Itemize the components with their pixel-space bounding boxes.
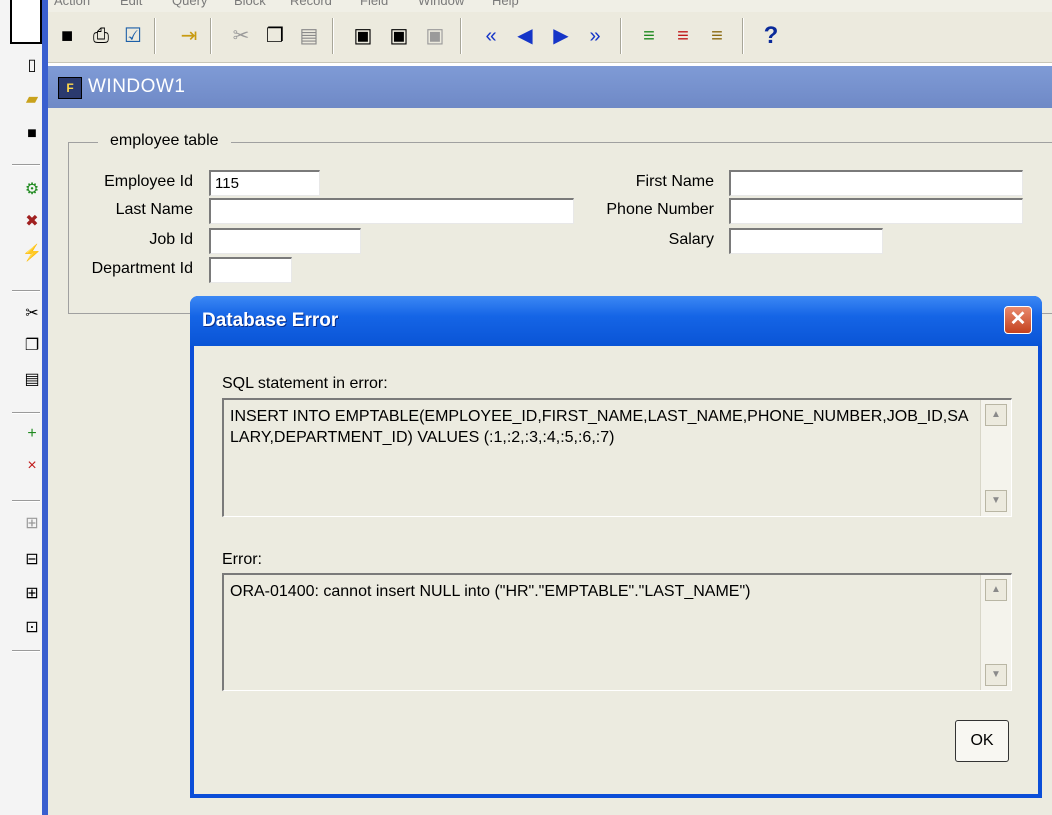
dialog-title: Database Error [202, 310, 339, 331]
menu-field[interactable]: Field [360, 0, 388, 8]
salary-field[interactable] [729, 228, 883, 254]
lock-record-icon[interactable]: ≡ [704, 21, 730, 51]
toolbar-separator [332, 18, 334, 54]
cut-icon[interactable]: ✂ [22, 304, 42, 324]
menu-edit[interactable]: Edit [120, 0, 142, 8]
delete-record-icon[interactable]: × [22, 456, 42, 476]
employee-id-field[interactable] [209, 170, 320, 196]
sql-statement-box[interactable]: INSERT INTO EMPTABLE(EMPLOYEE_ID,FIRST_N… [222, 398, 1012, 517]
last-name-label: Last Name [115, 201, 193, 218]
expand-all-icon[interactable]: ⊞ [22, 584, 42, 604]
first-record-icon[interactable]: « [478, 21, 504, 51]
copy-icon[interactable]: ❐ [262, 21, 288, 51]
form-window-icon: F [58, 77, 82, 99]
toolbar-separator [154, 18, 156, 54]
left-separator [12, 650, 40, 652]
expand-icon[interactable]: ⊞ [22, 514, 42, 534]
scroll-up-icon[interactable]: ▲ [985, 579, 1007, 601]
left-top-box [10, 0, 42, 44]
window-title: WINDOW1 [88, 76, 186, 97]
window-title-bar: F WINDOW1 [48, 66, 1052, 108]
menu-record[interactable]: Record [290, 0, 332, 8]
execute-query-icon[interactable]: ⚙ [22, 180, 42, 200]
scroll-down-icon[interactable]: ▼ [985, 664, 1007, 686]
open-folder-icon[interactable]: ▰ [22, 90, 42, 110]
toolbar-separator [620, 18, 622, 54]
ok-button[interactable]: OK [955, 720, 1009, 762]
copy-icon[interactable]: ❐ [22, 336, 42, 356]
scroll-up-icon[interactable]: ▲ [985, 404, 1007, 426]
insert-record-icon[interactable]: ≡ [636, 21, 662, 51]
left-separator [12, 412, 40, 414]
save-icon[interactable]: ■ [22, 124, 42, 144]
collapse-icon[interactable]: ⊟ [22, 550, 42, 570]
job-id-label: Job Id [149, 231, 193, 248]
execute-query-icon[interactable]: ▣ [386, 21, 412, 51]
sql-statement-text: INSERT INTO EMPTABLE(EMPLOYEE_ID,FIRST_N… [230, 408, 969, 446]
left-separator [12, 164, 40, 166]
job-id-field[interactable] [209, 228, 361, 254]
department-id-field[interactable] [209, 257, 292, 283]
toolbar-separator [460, 18, 462, 54]
cut-icon[interactable]: ✂ [228, 21, 254, 51]
commit-icon[interactable]: ☑ [120, 21, 146, 51]
menu-help[interactable]: Help [492, 0, 519, 8]
next-record-icon[interactable]: ▶ [548, 21, 574, 51]
menu-block[interactable]: Block [234, 0, 266, 8]
last-name-field[interactable] [209, 198, 574, 224]
sql-scrollbar[interactable]: ▲ ▼ [980, 400, 1011, 516]
toolbar-separator [742, 18, 744, 54]
error-label: Error: [222, 551, 262, 568]
new-document-icon[interactable]: ▯ [22, 56, 42, 76]
save-icon[interactable]: ■ [54, 21, 80, 51]
paste-icon[interactable]: ▤ [296, 21, 322, 51]
first-name-field[interactable] [729, 170, 1023, 196]
cancel-query-icon[interactable]: ▣ [422, 21, 448, 51]
phone-number-label: Phone Number [606, 201, 714, 218]
delete-record-icon[interactable]: ≡ [670, 21, 696, 51]
menu-window[interactable]: Window [418, 0, 464, 8]
dialog-title-bar: Database Error ✕ [190, 296, 1042, 346]
phone-number-field[interactable] [729, 198, 1023, 224]
department-id-label: Department Id [91, 260, 193, 277]
collapse-all-icon[interactable]: ⊡ [22, 618, 42, 638]
menu-bar: Action Edit Query Block Record Field Win… [48, 0, 1052, 12]
paste-icon[interactable]: ▤ [22, 370, 42, 390]
enter-query-icon[interactable]: ▣ [350, 21, 376, 51]
error-message-box[interactable]: ORA-01400: cannot insert NULL into ("HR"… [222, 573, 1012, 691]
scroll-down-icon[interactable]: ▼ [985, 490, 1007, 512]
help-icon[interactable]: ? [758, 21, 784, 51]
left-toolbar [0, 0, 45, 815]
run-form-icon[interactable]: ⚡ [22, 244, 42, 264]
error-message-text: ORA-01400: cannot insert NULL into ("HR"… [230, 583, 751, 600]
close-icon[interactable]: ✕ [1004, 306, 1032, 334]
cancel-query-icon[interactable]: ✖ [22, 212, 42, 232]
print-icon[interactable]: ⎙ [88, 21, 114, 51]
menu-query[interactable]: Query [172, 0, 207, 8]
salary-label: Salary [668, 231, 714, 248]
toolbar-separator [210, 18, 212, 54]
previous-record-icon[interactable]: ◀ [512, 21, 538, 51]
sql-statement-label: SQL statement in error: [222, 375, 388, 392]
insert-record-icon[interactable]: + [22, 424, 42, 444]
left-separator [12, 500, 40, 502]
left-separator [12, 290, 40, 292]
exit-icon[interactable]: ⇥ [176, 21, 202, 51]
last-record-icon[interactable]: » [582, 21, 608, 51]
group-title: employee table [98, 132, 231, 150]
error-scrollbar[interactable]: ▲ ▼ [980, 575, 1011, 690]
toolbar: ■ ⎙ ☑ ⇥ ✂ ❐ ▤ ▣ ▣ ▣ « ◀ ▶ » ≡ ≡ ≡ ? [48, 12, 1052, 63]
menu-action[interactable]: Action [54, 0, 90, 8]
first-name-label: First Name [635, 173, 714, 190]
employee-id-label: Employee Id [104, 173, 193, 190]
